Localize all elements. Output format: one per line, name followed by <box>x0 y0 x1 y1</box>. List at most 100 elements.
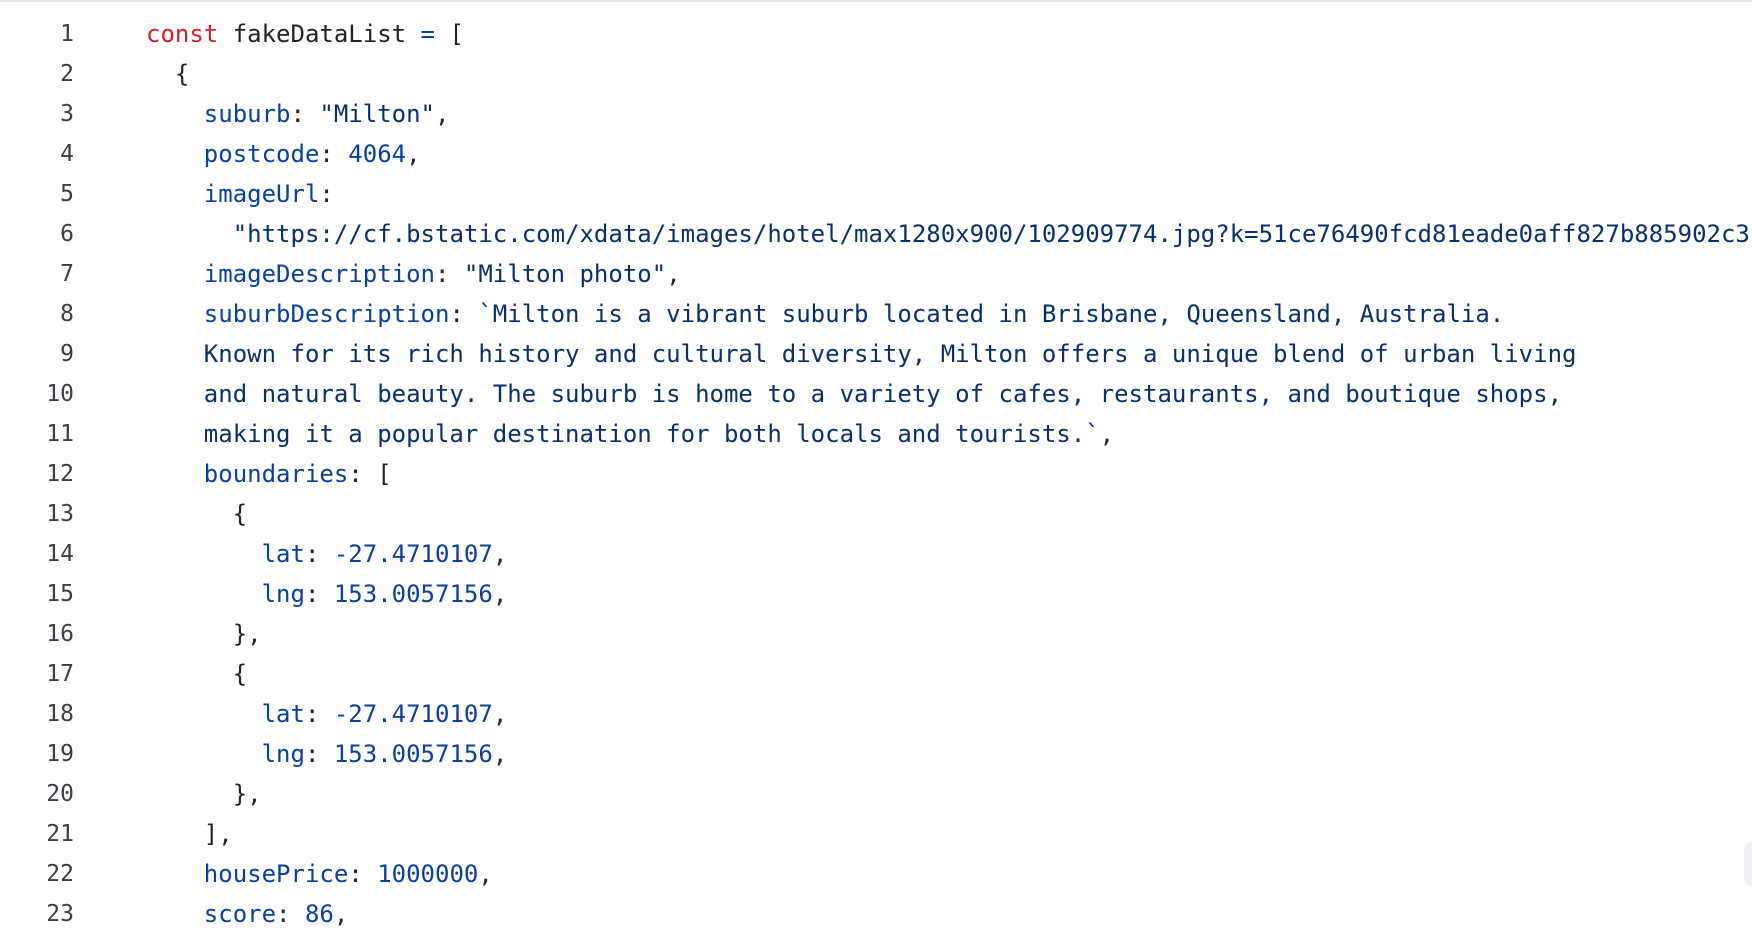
line-code[interactable]: imageUrl: <box>146 174 334 214</box>
code-line[interactable]: 13 { <box>0 494 1752 534</box>
code-line[interactable]: 6 "https://cf.bstatic.com/xdata/images/h… <box>0 214 1752 254</box>
code-token-punct: : <box>304 580 334 608</box>
code-token-property: lng <box>261 740 305 768</box>
line-code[interactable]: lat: -27.4710107, <box>146 694 508 734</box>
code-line[interactable]: 11 making it a popular destination for b… <box>0 414 1752 454</box>
line-code[interactable]: Known for its rich history and cultural … <box>146 334 1577 374</box>
code-token-punct: : <box>304 700 334 728</box>
line-code[interactable]: "https://cf.bstatic.com/xdata/images/hot… <box>146 214 1750 254</box>
code-token-punct: { <box>146 500 248 528</box>
line-number: 17 <box>46 661 74 687</box>
line-number: 15 <box>46 581 74 607</box>
code-line[interactable]: 23 score: 86, <box>0 894 1752 932</box>
code-token-punct: : [ <box>348 460 392 488</box>
line-code[interactable]: and natural beauty. The suburb is home t… <box>146 374 1562 414</box>
code-token-property: score <box>203 900 277 928</box>
code-line[interactable]: 18 lat: -27.4710107, <box>0 694 1752 734</box>
code-token-string: `Milton is a vibrant suburb located in B… <box>478 300 1505 328</box>
code-token-number: -27.4710107 <box>333 700 493 728</box>
code-token-number: 1000000 <box>377 860 479 888</box>
code-token-punct: , <box>406 140 421 168</box>
line-code[interactable]: suburb: "Milton", <box>146 94 450 134</box>
code-token-property: postcode <box>203 140 320 168</box>
line-number: 19 <box>46 741 74 767</box>
line-code[interactable]: making it a popular destination for both… <box>146 414 1114 454</box>
line-number: 16 <box>46 621 74 647</box>
line-number: 9 <box>60 341 74 367</box>
code-token-number: 86 <box>304 900 334 928</box>
top-divider <box>0 0 1752 2</box>
code-token-property: imageDescription <box>203 260 435 288</box>
line-number: 7 <box>60 261 74 287</box>
code-token-punct: : <box>449 300 479 328</box>
code-viewer[interactable]: 1 const fakeDataList = [2 {3 suburb: "Mil… <box>0 14 1752 932</box>
line-code[interactable]: lng: 153.0057156, <box>146 574 508 614</box>
code-token-punct: : <box>348 860 378 888</box>
code-line[interactable]: 19 lng: 153.0057156, <box>0 734 1752 774</box>
code-token-string: "Milton photo" <box>463 260 667 288</box>
code-token-punct: { <box>146 660 248 688</box>
code-line[interactable]: 20 }, <box>0 774 1752 814</box>
code-token-punct: , <box>333 900 349 928</box>
code-line[interactable]: 17 { <box>0 654 1752 694</box>
scrollbar-handle[interactable] <box>1744 842 1752 886</box>
code-token-punct: , <box>478 860 493 888</box>
code-line[interactable]: 22 housePrice: 1000000, <box>0 854 1752 894</box>
line-number: 10 <box>46 381 74 407</box>
code-token-string: making it a popular destination for both… <box>146 420 1100 448</box>
code-line[interactable]: 10 and natural beauty. The suburb is hom… <box>0 374 1752 414</box>
line-code[interactable]: imageDescription: "Milton photo", <box>146 254 681 294</box>
line-number: 23 <box>46 901 74 927</box>
code-token-number: 153.0057156 <box>333 580 493 608</box>
code-token-punct: : <box>304 540 334 568</box>
line-code[interactable]: postcode: 4064, <box>146 134 421 174</box>
code-line[interactable]: 1 const fakeDataList = [ <box>0 14 1752 54</box>
code-token-property: lat <box>261 700 305 728</box>
line-code[interactable]: { <box>146 54 189 94</box>
line-code[interactable]: ], <box>146 814 233 854</box>
code-line[interactable]: 8 suburbDescription: `Milton is a vibran… <box>0 294 1752 334</box>
code-line[interactable]: 14 lat: -27.4710107, <box>0 534 1752 574</box>
line-code[interactable]: lat: -27.4710107, <box>146 534 508 574</box>
code-token-punct: , <box>492 580 508 608</box>
line-number: 2 <box>60 61 74 87</box>
line-code[interactable]: { <box>146 654 247 694</box>
code-line[interactable]: 5 imageUrl: <box>0 174 1752 214</box>
line-number: 4 <box>60 141 74 167</box>
code-line[interactable]: 12 boundaries: [ <box>0 454 1752 494</box>
code-token-punct: { <box>146 60 190 88</box>
code-token-plain: fakeDataList <box>218 20 421 48</box>
line-code[interactable]: housePrice: 1000000, <box>146 854 493 894</box>
code-line[interactable]: 21 ], <box>0 814 1752 854</box>
code-token-property: lat <box>261 540 305 568</box>
line-code[interactable]: }, <box>146 774 262 814</box>
code-line[interactable]: 2 { <box>0 54 1752 94</box>
line-code[interactable]: }, <box>146 614 262 654</box>
code-token-property: suburbDescription <box>203 300 450 328</box>
code-line[interactable]: 15 lng: 153.0057156, <box>0 574 1752 614</box>
line-code[interactable]: const fakeDataList = [ <box>146 14 464 54</box>
code-line[interactable]: 16 }, <box>0 614 1752 654</box>
line-number: 14 <box>46 541 74 567</box>
line-code[interactable]: lng: 153.0057156, <box>146 734 508 774</box>
code-token-string: Known for its rich history and cultural … <box>146 340 1577 368</box>
code-token-punct: [ <box>435 20 464 48</box>
code-line[interactable]: 7 imageDescription: "Milton photo", <box>0 254 1752 294</box>
code-token-punct: , <box>435 100 450 128</box>
code-token-punct: : <box>304 740 334 768</box>
line-code[interactable]: suburbDescription: `Milton is a vibrant … <box>146 294 1504 334</box>
line-number: 3 <box>60 101 74 127</box>
line-code[interactable]: boundaries: [ <box>146 454 392 494</box>
code-line[interactable]: 9 Known for its rich history and cultura… <box>0 334 1752 374</box>
line-number: 12 <box>46 461 74 487</box>
code-line[interactable]: 4 postcode: 4064, <box>0 134 1752 174</box>
line-code[interactable]: score: 86, <box>146 894 349 932</box>
line-code[interactable]: { <box>146 494 247 534</box>
code-line[interactable]: 3 suburb: "Milton", <box>0 94 1752 134</box>
